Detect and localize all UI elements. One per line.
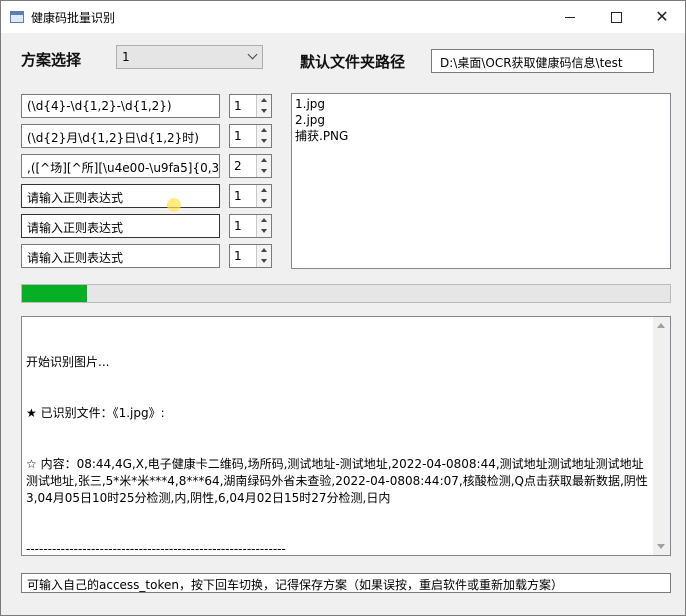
regex-input-5[interactable]: 请输入正则表达式 — [21, 214, 220, 238]
scroll-up-icon[interactable] — [657, 323, 665, 328]
count-value: 1 — [234, 189, 242, 203]
stepper-down-icon[interactable] — [261, 229, 267, 233]
stepper-down-icon[interactable] — [261, 139, 267, 143]
count-stepper-3[interactable]: 2 — [229, 154, 272, 178]
log-line: ----------------------------------------… — [26, 542, 286, 556]
regex-input-3[interactable]: ,([^场][^所][\u4e00-\u9fa5]{0,3}), — [21, 154, 220, 178]
count-value: 1 — [234, 219, 242, 233]
mouse-cursor-highlight — [167, 198, 181, 212]
stepper-down-icon[interactable] — [261, 259, 267, 263]
stepper-up-icon[interactable] — [261, 248, 267, 252]
maximize-button[interactable] — [593, 1, 639, 33]
count-stepper-2[interactable]: 1 — [229, 124, 272, 148]
count-stepper-5[interactable]: 1 — [229, 214, 272, 238]
folder-path-label: 默认文件夹路径 — [300, 53, 406, 71]
scheme-selected-value: 1 — [122, 50, 130, 64]
scroll-down-icon[interactable] — [657, 544, 665, 549]
folder-path-input[interactable]: D:\桌面\OCR获取健康码信息\test — [431, 49, 654, 73]
list-item[interactable]: 2.jpg — [295, 112, 667, 128]
count-value: 2 — [234, 159, 242, 173]
main-window: 健康码批量识别 ✕ 方案选择 1 默认文件夹路径 D:\桌面\OCR获取健康码信… — [0, 0, 686, 616]
file-list[interactable]: 1.jpg 2.jpg 捕获.PNG — [291, 93, 671, 269]
log-line: ★ 已识别文件：《1.jpg》: — [26, 406, 165, 420]
chevron-down-icon — [247, 49, 258, 60]
regex-input-6[interactable]: 请输入正则表达式 — [21, 244, 220, 268]
stepper-up-icon[interactable] — [261, 188, 267, 192]
window-title: 健康码批量识别 — [31, 11, 116, 25]
stepper-up-icon[interactable] — [261, 158, 267, 162]
vertical-scrollbar[interactable] — [653, 317, 670, 555]
log-output[interactable]: 开始识别图片... ★ 已识别文件：《1.jpg》: ☆ 内容：08:44,4G… — [21, 316, 671, 556]
close-icon: ✕ — [655, 7, 669, 26]
count-stepper-1[interactable]: 1 — [229, 94, 272, 118]
close-button[interactable]: ✕ — [639, 1, 685, 33]
stepper-up-icon[interactable] — [261, 128, 267, 132]
stepper-up-icon[interactable] — [261, 98, 267, 102]
stepper-down-icon[interactable] — [261, 169, 267, 173]
minimize-icon — [565, 16, 575, 18]
access-token-input[interactable]: 可输入自己的access_token，按下回车切换，记得保存方案（如果误按，重启… — [21, 573, 671, 593]
scheme-select[interactable]: 1 — [116, 45, 263, 69]
regex-input-4[interactable]: 请输入正则表达式 — [21, 184, 220, 208]
regex-input-1[interactable]: (\d{4}-\d{1,2}-\d{1,2}) — [21, 94, 220, 118]
count-stepper-6[interactable]: 1 — [229, 244, 272, 268]
title-bar[interactable]: 健康码批量识别 ✕ — [1, 1, 685, 33]
minimize-button[interactable] — [547, 1, 593, 33]
log-content: 开始识别图片... ★ 已识别文件：《1.jpg》: ☆ 内容：08:44,4G… — [26, 320, 648, 592]
list-item[interactable]: 1.jpg — [295, 96, 667, 112]
log-line: 开始识别图片... — [26, 355, 110, 369]
count-value: 1 — [234, 129, 242, 143]
progress-fill — [22, 285, 87, 302]
count-value: 1 — [234, 99, 242, 113]
app-window-icon — [10, 11, 24, 23]
scheme-label: 方案选择 — [21, 51, 82, 69]
log-line: ☆ 内容：08:44,4G,X,电子健康卡二维码,场所码,测试地址-测试地址,2… — [26, 457, 648, 505]
stepper-down-icon[interactable] — [261, 109, 267, 113]
stepper-down-icon[interactable] — [261, 199, 267, 203]
stepper-up-icon[interactable] — [261, 218, 267, 222]
progress-bar — [21, 284, 671, 303]
count-stepper-4[interactable]: 1 — [229, 184, 272, 208]
count-value: 1 — [234, 249, 242, 263]
list-item[interactable]: 捕获.PNG — [295, 128, 667, 144]
maximize-icon — [610, 11, 622, 23]
regex-input-2[interactable]: (\d{2}月\d{1,2}日\d{1,2}时) — [21, 124, 220, 148]
